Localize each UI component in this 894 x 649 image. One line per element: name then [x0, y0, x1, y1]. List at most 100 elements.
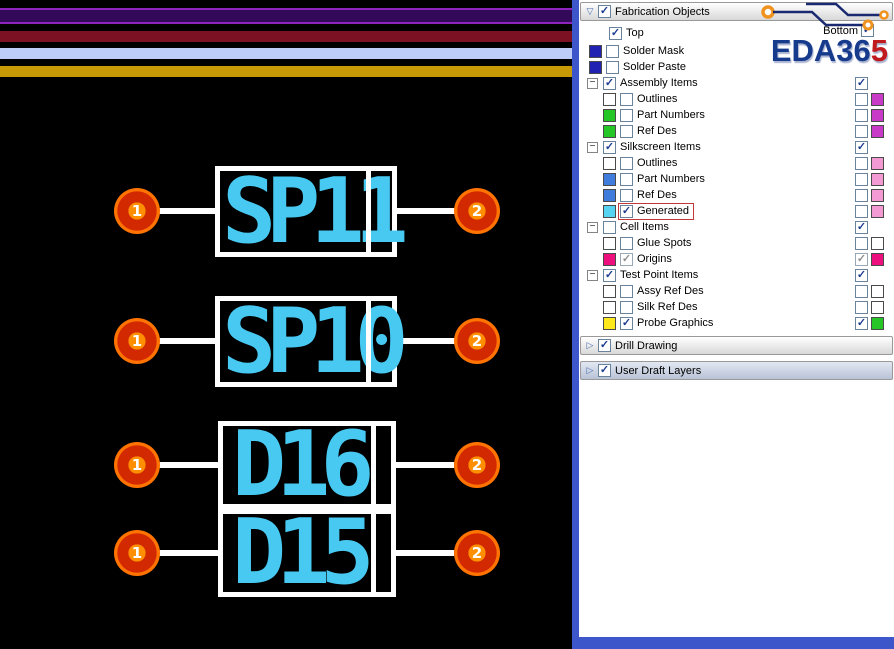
layer-checkbox[interactable] — [620, 300, 633, 314]
bottom-layer-checkbox[interactable]: ✓ — [855, 76, 868, 90]
layer-checkbox[interactable] — [620, 236, 633, 250]
bottom-color-swatch[interactable] — [871, 156, 884, 170]
section-header-drill-drawing[interactable]: ▷ ✓ Drill Drawing — [580, 336, 893, 355]
layer-row-silk-ref-des[interactable]: Silk Ref Des — [579, 299, 894, 315]
color-swatch[interactable] — [603, 92, 616, 106]
layer-row-glue-spots[interactable]: Glue Spots — [579, 235, 894, 251]
pad-1[interactable]: 1 — [114, 318, 160, 364]
color-swatch[interactable] — [603, 124, 616, 138]
bottom-color-swatch[interactable] — [871, 316, 884, 330]
color-swatch[interactable] — [589, 60, 602, 74]
bottom-layer-checkbox[interactable]: ✓ — [855, 268, 868, 282]
pcb-design-canvas[interactable]: 1 2 SP11 1 2 SP10 1 2 D16 1 2 D15 — [0, 0, 572, 649]
color-swatch[interactable] — [603, 188, 616, 202]
bottom-color-swatch[interactable] — [871, 204, 884, 218]
layer-row-assy-ref-des[interactable]: Assy Ref Des — [579, 283, 894, 299]
layer-checkbox[interactable] — [606, 44, 619, 58]
bottom-layer-checkbox[interactable]: ✓ — [855, 252, 868, 266]
layer-group-test-point-items[interactable]: − ✓ Test Point Items ✓ — [579, 267, 894, 283]
collapse-icon[interactable]: − — [587, 141, 598, 153]
layer-row-assembly-ref-des[interactable]: Ref Des — [579, 123, 894, 139]
color-swatch[interactable] — [603, 204, 616, 218]
bottom-color-swatch[interactable] — [871, 284, 884, 298]
layer-label: Probe Graphics — [637, 317, 714, 329]
collapse-icon[interactable]: − — [587, 77, 598, 89]
layer-row-silkscreen-generated[interactable]: ✓ Generated — [579, 202, 894, 220]
layer-row-assembly-outlines[interactable]: Outlines — [579, 91, 894, 107]
layer-checkbox[interactable]: ✓ — [620, 252, 633, 266]
layer-row-silkscreen-part-numbers[interactable]: Part Numbers — [579, 171, 894, 187]
collapse-icon[interactable]: − — [587, 221, 598, 233]
color-swatch[interactable] — [603, 172, 616, 186]
layer-row-probe-graphics[interactable]: ✓ Probe Graphics ✓ — [579, 315, 894, 331]
layer-checkbox[interactable] — [620, 156, 633, 170]
layer-checkbox[interactable] — [606, 60, 619, 74]
pad-1[interactable]: 1 — [114, 530, 160, 576]
section-header-user-draft-layers[interactable]: ▷ ✓ User Draft Layers — [580, 361, 893, 380]
color-swatch[interactable] — [603, 316, 616, 330]
layer-checkbox[interactable]: ✓ — [603, 268, 616, 282]
layer-checkbox[interactable]: ✓ — [620, 204, 633, 218]
pad-2[interactable]: 2 — [454, 442, 500, 488]
layer-group-assembly-items[interactable]: − ✓ Assembly Items ✓ — [579, 75, 894, 91]
bottom-layer-checkbox[interactable] — [855, 92, 868, 106]
layer-group-silkscreen-items[interactable]: − ✓ Silkscreen Items ✓ — [579, 139, 894, 155]
bottom-color-swatch[interactable] — [871, 300, 884, 314]
layer-row-silkscreen-outlines[interactable]: Outlines — [579, 155, 894, 171]
layer-checkbox[interactable] — [620, 172, 633, 186]
bottom-layer-checkbox[interactable] — [855, 172, 868, 186]
bottom-layer-checkbox[interactable] — [855, 124, 868, 138]
color-swatch[interactable] — [589, 44, 602, 58]
color-swatch[interactable] — [603, 156, 616, 170]
bottom-layer-checkbox[interactable]: ✓ — [855, 140, 868, 154]
bottom-layer-checkbox[interactable] — [855, 188, 868, 202]
color-swatch[interactable] — [603, 300, 616, 314]
bottom-color-swatch[interactable] — [871, 124, 884, 138]
bottom-layer-checkbox[interactable] — [855, 204, 868, 218]
layer-row-origins[interactable]: ✓ Origins ✓ — [579, 251, 894, 267]
fabrication-objects-checkbox[interactable]: ✓ — [598, 5, 611, 18]
layer-checkbox[interactable] — [620, 284, 633, 298]
layer-checkbox[interactable]: ✓ — [603, 140, 616, 154]
pad-1[interactable]: 1 — [114, 442, 160, 488]
bottom-color-swatch[interactable] — [871, 188, 884, 202]
layer-checkbox[interactable]: ✓ — [603, 76, 616, 90]
pad-2[interactable]: 2 — [454, 530, 500, 576]
color-swatch[interactable] — [603, 108, 616, 122]
bottom-layer-checkbox[interactable]: ✓ — [855, 316, 868, 330]
bottom-color-swatch[interactable] — [871, 108, 884, 122]
color-swatch[interactable] — [603, 252, 616, 266]
bottom-layer-checkbox[interactable] — [855, 108, 868, 122]
layer-row-silkscreen-ref-des[interactable]: Ref Des — [579, 187, 894, 203]
drill-drawing-checkbox[interactable]: ✓ — [598, 339, 611, 352]
pad-2[interactable]: 2 — [454, 318, 500, 364]
pad-2[interactable]: 2 — [454, 188, 500, 234]
pad-1[interactable]: 1 — [114, 188, 160, 234]
bottom-checkbox[interactable]: ✓ — [861, 24, 874, 37]
bottom-color-swatch[interactable] — [871, 236, 884, 250]
user-draft-layers-checkbox[interactable]: ✓ — [598, 364, 611, 377]
bottom-layer-checkbox[interactable] — [855, 156, 868, 170]
bottom-color-swatch[interactable] — [871, 172, 884, 186]
layer-group-cell-items[interactable]: − Cell Items ✓ — [579, 219, 894, 235]
color-swatch[interactable] — [603, 284, 616, 298]
color-swatch[interactable] — [603, 236, 616, 250]
section-header-fabrication-objects[interactable]: ▽ ✓ Fabrication Objects — [580, 2, 893, 21]
top-checkbox[interactable]: ✓ — [609, 26, 622, 40]
layer-row-assembly-part-numbers[interactable]: Part Numbers — [579, 107, 894, 123]
bottom-column-header[interactable]: Bottom ✓ — [823, 24, 874, 37]
layer-checkbox[interactable]: ✓ — [620, 316, 633, 330]
bottom-layer-checkbox[interactable] — [855, 236, 868, 250]
bottom-layer-checkbox[interactable] — [855, 300, 868, 314]
layer-checkbox[interactable] — [620, 124, 633, 138]
bottom-layer-checkbox[interactable] — [855, 284, 868, 298]
bottom-color-swatch[interactable] — [871, 252, 884, 266]
bottom-layer-checkbox[interactable]: ✓ — [855, 220, 868, 234]
collapse-icon[interactable]: − — [587, 269, 598, 281]
layer-checkbox[interactable] — [603, 220, 616, 234]
layer-checkbox[interactable] — [620, 92, 633, 106]
bottom-color-swatch[interactable] — [871, 92, 884, 106]
panel-splitter[interactable] — [572, 0, 579, 649]
layer-checkbox[interactable] — [620, 188, 633, 202]
layer-checkbox[interactable] — [620, 108, 633, 122]
